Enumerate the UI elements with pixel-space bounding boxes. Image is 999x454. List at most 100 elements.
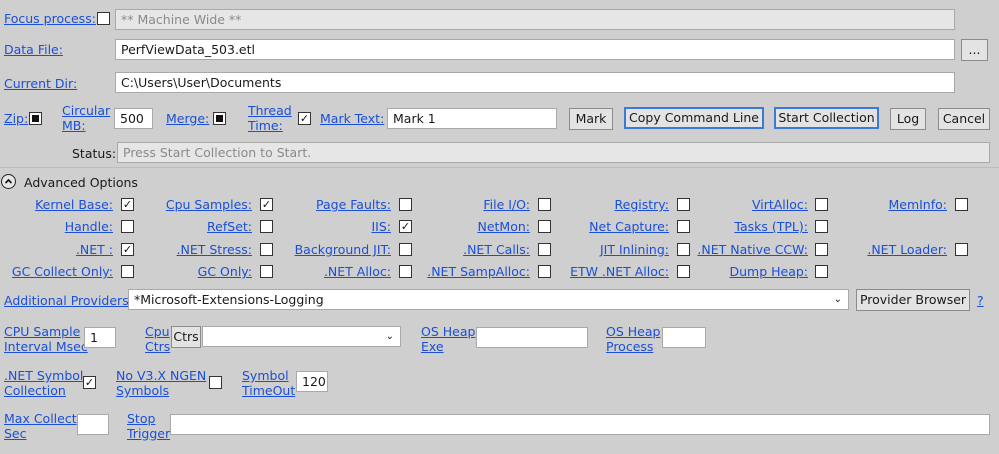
provider-link-kernel-base[interactable]: Kernel Base: bbox=[35, 197, 113, 212]
provider-link-net-alloc[interactable]: .NET Alloc: bbox=[324, 264, 391, 279]
os-heap-process-input[interactable] bbox=[662, 327, 706, 348]
provider-checkbox-gc-only[interactable] bbox=[260, 265, 273, 278]
provider-link-virtalloc[interactable]: VirtAlloc: bbox=[752, 197, 808, 212]
data-file-link[interactable]: Data File: bbox=[4, 42, 63, 57]
provider-checkbox-net-loader[interactable] bbox=[955, 243, 968, 256]
provider-link-background-jit[interactable]: Background JIT: bbox=[295, 242, 391, 257]
stop-trigger-input[interactable] bbox=[170, 414, 990, 435]
cpu-sample-interval-link[interactable]: CPU Sample Interval Msec bbox=[4, 324, 88, 354]
provider-link-net-loader[interactable]: .NET Loader: bbox=[867, 242, 947, 257]
provider-link-net[interactable]: .NET : bbox=[76, 242, 113, 257]
provider-checkbox-registry[interactable] bbox=[677, 198, 690, 211]
provider-link-gc-only[interactable]: GC Only: bbox=[198, 264, 252, 279]
provider-checkbox-net-calls[interactable] bbox=[538, 243, 551, 256]
circular-mb-input[interactable]: 500 bbox=[114, 108, 153, 129]
chevron-up-icon[interactable] bbox=[1, 174, 16, 189]
provider-link-jit-inlining[interactable]: JIT Inlining: bbox=[600, 242, 669, 257]
provider-checkbox-iis[interactable]: ✓ bbox=[399, 220, 412, 233]
provider-link-registry[interactable]: Registry: bbox=[615, 197, 669, 212]
provider-checkbox-page-faults[interactable] bbox=[399, 198, 412, 211]
current-dir-input[interactable]: C:\Users\User\Documents bbox=[115, 72, 955, 93]
mark-text-input[interactable]: Mark 1 bbox=[387, 108, 557, 129]
thread-time-link[interactable]: Thread Time: bbox=[248, 103, 292, 133]
provider-checkbox-meminfo[interactable] bbox=[955, 198, 968, 211]
chevron-down-icon[interactable]: ⌄ bbox=[386, 327, 394, 346]
provider-checkbox-gc-collect-only[interactable] bbox=[121, 265, 134, 278]
stop-trigger-link[interactable]: Stop Trigger bbox=[127, 411, 170, 441]
current-dir-link[interactable]: Current Dir: bbox=[4, 76, 77, 91]
zip-checkbox[interactable] bbox=[29, 112, 42, 125]
os-heap-process-link[interactable]: OS Heap Process bbox=[606, 324, 660, 354]
provider-checkbox-net-native-ccw[interactable] bbox=[815, 243, 828, 256]
no-v3-ngen-symbols-checkbox[interactable] bbox=[209, 376, 222, 389]
cancel-button[interactable]: Cancel bbox=[938, 108, 990, 130]
os-heap-exe-input[interactable] bbox=[476, 327, 588, 348]
provider-checkbox-tasks-tpl[interactable] bbox=[815, 220, 828, 233]
os-heap-exe-link[interactable]: OS Heap Exe bbox=[421, 324, 475, 354]
provider-link-file-i-o[interactable]: File I/O: bbox=[483, 197, 530, 212]
circular-mb-link[interactable]: Circular MB: bbox=[62, 103, 110, 133]
provider-checkbox-dump-heap[interactable] bbox=[815, 265, 828, 278]
provider-checkbox-virtalloc[interactable] bbox=[815, 198, 828, 211]
copy-command-line-button[interactable]: Copy Command Line bbox=[624, 107, 764, 129]
provider-link-net-stress[interactable]: .NET Stress: bbox=[177, 242, 252, 257]
log-button[interactable]: Log bbox=[890, 108, 926, 130]
provider-link-tasks-tpl[interactable]: Tasks (TPL): bbox=[734, 219, 808, 234]
provider-checkbox-jit-inlining[interactable] bbox=[677, 243, 690, 256]
max-collect-sec-link[interactable]: Max Collect Sec bbox=[4, 411, 77, 441]
provider-link-refset[interactable]: RefSet: bbox=[207, 219, 252, 234]
provider-link-gc-collect-only[interactable]: GC Collect Only: bbox=[12, 264, 113, 279]
merge-checkbox[interactable] bbox=[213, 112, 226, 125]
provider-checkbox-net-stress[interactable] bbox=[260, 243, 273, 256]
symbol-timeout-link[interactable]: Symbol TimeOut bbox=[242, 368, 295, 398]
provider-link-net-native-ccw[interactable]: .NET Native CCW: bbox=[697, 242, 808, 257]
provider-checkbox-net-sampalloc[interactable] bbox=[538, 265, 551, 278]
focus-process-checkbox[interactable] bbox=[97, 12, 110, 25]
provider-checkbox-etw-net-alloc[interactable] bbox=[677, 265, 690, 278]
provider-checkbox-handle[interactable] bbox=[121, 220, 134, 233]
max-collect-sec-input[interactable] bbox=[77, 414, 109, 435]
focus-process-link[interactable]: Focus process: bbox=[4, 11, 96, 26]
provider-link-meminfo[interactable]: MemInfo: bbox=[888, 197, 947, 212]
additional-providers-link[interactable]: Additional Providers: bbox=[4, 293, 133, 308]
provider-link-handle[interactable]: Handle: bbox=[65, 219, 113, 234]
provider-link-etw-net-alloc[interactable]: ETW .NET Alloc: bbox=[570, 264, 669, 279]
additional-providers-combobox[interactable]: *Microsoft-Extensions-Logging ⌄ bbox=[128, 289, 849, 310]
net-symbol-collection-link[interactable]: .NET Symbol Collection bbox=[4, 368, 83, 398]
no-v3-ngen-symbols-link[interactable]: No V3.X NGEN Symbols bbox=[116, 368, 206, 398]
provider-checkbox-net-capture[interactable] bbox=[677, 220, 690, 233]
provider-link-dump-heap[interactable]: Dump Heap: bbox=[729, 264, 808, 279]
provider-link-net-capture[interactable]: Net Capture: bbox=[589, 219, 669, 234]
provider-browser-button[interactable]: Provider Browser bbox=[856, 289, 970, 311]
ctrs-button[interactable]: Ctrs bbox=[171, 326, 201, 348]
net-symbol-collection-checkbox[interactable]: ✓ bbox=[83, 376, 96, 389]
provider-link-netmon[interactable]: NetMon: bbox=[477, 219, 530, 234]
provider-link-page-faults[interactable]: Page Faults: bbox=[316, 197, 391, 212]
cpu-sample-interval-input[interactable]: 1 bbox=[84, 327, 116, 348]
provider-link-cpu-samples[interactable]: Cpu Samples: bbox=[166, 197, 252, 212]
provider-link-net-sampalloc[interactable]: .NET SampAlloc: bbox=[427, 264, 530, 279]
provider-checkbox-file-i-o[interactable] bbox=[538, 198, 551, 211]
mark-text-link[interactable]: Mark Text: bbox=[320, 111, 384, 126]
merge-link[interactable]: Merge: bbox=[166, 111, 209, 126]
zip-link[interactable]: Zip: bbox=[4, 111, 28, 126]
focus-process-field[interactable]: ** Machine Wide ** bbox=[115, 9, 955, 30]
help-link[interactable]: ? bbox=[977, 293, 984, 308]
provider-checkbox-cpu-samples[interactable]: ✓ bbox=[260, 198, 273, 211]
provider-link-net-calls[interactable]: .NET Calls: bbox=[463, 242, 530, 257]
provider-checkbox-net-alloc[interactable] bbox=[399, 265, 412, 278]
provider-checkbox-background-jit[interactable] bbox=[399, 243, 412, 256]
start-collection-button[interactable]: Start Collection bbox=[774, 107, 879, 129]
provider-checkbox-net[interactable]: ✓ bbox=[121, 243, 134, 256]
provider-checkbox-refset[interactable] bbox=[260, 220, 273, 233]
chevron-down-icon[interactable]: ⌄ bbox=[834, 290, 842, 309]
browse-button[interactable]: ... bbox=[961, 39, 988, 61]
mark-button[interactable]: Mark bbox=[569, 108, 613, 130]
cpu-ctrs-combobox[interactable]: ⌄ bbox=[202, 326, 401, 347]
cpu-ctrs-link[interactable]: Cpu Ctrs bbox=[145, 324, 170, 354]
provider-link-iis[interactable]: IIS: bbox=[371, 219, 391, 234]
thread-time-checkbox[interactable]: ✓ bbox=[298, 112, 311, 125]
symbol-timeout-input[interactable]: 120 bbox=[296, 371, 328, 392]
data-file-input[interactable]: PerfViewData_503.etl bbox=[115, 39, 955, 60]
provider-checkbox-kernel-base[interactable]: ✓ bbox=[121, 198, 134, 211]
